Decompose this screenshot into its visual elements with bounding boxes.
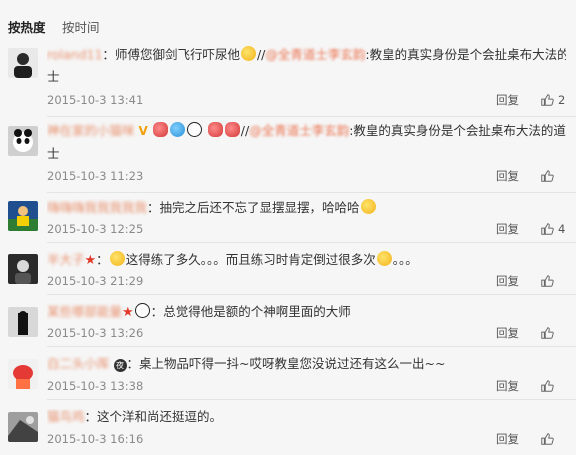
comment-time: 2015-10-3 13:26 (47, 326, 144, 340)
thumbs-up-icon (541, 223, 554, 235)
divider (47, 294, 576, 295)
avatar[interactable] (8, 412, 38, 442)
mention-link[interactable]: @全青道士李玄韵 (265, 47, 365, 62)
comment-username[interactable]: roland11 (47, 47, 102, 62)
comment-text: 这个洋和尚还挺逗的。 (97, 409, 223, 424)
mention-link[interactable]: @全青道士李玄韵 (249, 123, 349, 138)
grin-emoji-icon (240, 46, 256, 61)
comment-time: 2015-10-3 13:41 (47, 93, 144, 107)
cry-emoji-icon (109, 251, 125, 266)
comment-line: 白二头小厍 夜：桌上物品吓得一抖~哎呀教皇您没说过还有这么一出~~ (47, 356, 566, 372)
pig-emoji-icon (224, 122, 240, 137)
avatar[interactable] (8, 307, 38, 337)
shield-badge-icon (169, 122, 185, 137)
pig-emoji-icon (207, 122, 223, 137)
separator: ： (102, 47, 115, 62)
divider (47, 242, 576, 243)
separator: ： (96, 252, 109, 267)
comment-username[interactable]: 半大子 (47, 252, 85, 267)
avatar[interactable] (8, 359, 38, 389)
like-button[interactable] (540, 379, 558, 393)
verified-badge-icon: V (138, 124, 148, 138)
tab-by-time[interactable]: 按时间 (62, 20, 100, 36)
star-badge-icon: ★ (122, 305, 134, 320)
avatar[interactable] (8, 254, 38, 284)
avatar[interactable] (8, 201, 38, 231)
comment-time: 2015-10-3 21:29 (47, 274, 144, 288)
star-badge-icon: ★ (84, 253, 97, 268)
thumbs-up-icon (541, 275, 554, 287)
like-button[interactable] (540, 432, 558, 446)
flame-badge-icon (152, 122, 168, 137)
reply-button[interactable]: 回复 (496, 432, 519, 446)
thumbs-up-icon (541, 94, 554, 106)
comment-username[interactable]: 猫鸟鸡 (47, 409, 85, 424)
night-badge-icon: 夜 (113, 359, 127, 372)
quoted-text: :教皇的真实身份是个会扯桌布大法的道 (349, 123, 566, 138)
comment-line: 神在家的小猫咪 V //@全青道士李玄韵:教皇的真实身份是个会扯桌布大法的道 (47, 122, 566, 139)
divider (47, 399, 576, 400)
reply-button[interactable]: 回复 (496, 169, 519, 183)
separator: ： (147, 200, 160, 215)
comment-username[interactable]: 某些哪部能量 (47, 304, 122, 319)
cry-emoji-icon (376, 251, 392, 266)
comment-text-tail: 。。。 (392, 252, 418, 267)
comment-text: 师傅您御剑飞行吓尿他 (114, 47, 240, 62)
thumbs-up-icon (541, 170, 554, 182)
comment-text: 抽完之后还不忘了显摆显摆，哈哈哈 (159, 200, 360, 215)
thumbs-up-icon (541, 380, 554, 392)
like-button[interactable] (540, 169, 558, 183)
divider (47, 346, 576, 347)
separator: ： (84, 409, 98, 424)
comment-text: 桌上物品吓得一抖~哎呀教皇您没说过还有这么一出~~ (139, 356, 446, 371)
reply-button[interactable]: 回复 (496, 326, 519, 340)
reply-button[interactable]: 回复 (496, 379, 519, 393)
avatar[interactable] (8, 126, 38, 156)
separator: ： (126, 356, 140, 371)
comment-text: 总觉得他是额的个神啊里面的大师 (163, 304, 351, 319)
quoted-text: :教皇的真实身份是个会扯桌布大法的道 (365, 47, 566, 62)
like-button[interactable]: 4 (540, 222, 565, 236)
comment-username[interactable]: 神在家的小猫咪 (47, 123, 135, 138)
panda-emoji-icon (186, 122, 202, 137)
comment-text-continued: 士 (47, 146, 60, 161)
reply-button[interactable]: 回复 (496, 222, 519, 236)
sort-tabs: 按热度 按时间 (0, 0, 576, 42)
comment-username[interactable]: 嗨嗨嗨我我我我我 (47, 200, 147, 215)
comment-line: 某些哪部能量★ ：总觉得他是额的个神啊里面的大师 (47, 303, 566, 321)
divider (47, 192, 576, 193)
thumbs-up-icon (541, 433, 554, 445)
comment-time: 2015-10-3 12:25 (47, 222, 144, 236)
comment-text-continued: 士 (47, 69, 60, 84)
like-count: 4 (558, 222, 566, 236)
comment-line: 半大子★： 这得练了多久。。。而且练习时肯定倒过很多次 。。。 (47, 251, 566, 269)
separator: ： (150, 304, 164, 319)
like-count: 2 (558, 93, 566, 107)
comment-username[interactable]: 白二头小厍 (47, 356, 110, 371)
comment-text: 这得练了多久。。。而且练习时肯定倒过很多次 (125, 252, 376, 267)
avatar[interactable] (8, 48, 38, 78)
reply-button[interactable]: 回复 (496, 93, 519, 107)
comment-time: 2015-10-3 11:23 (47, 169, 144, 183)
comment-line: 嗨嗨嗨我我我我我：抽完之后还不忘了显摆显摆，哈哈哈 (47, 199, 566, 216)
like-button[interactable] (540, 326, 558, 340)
like-button[interactable]: 2 (540, 93, 565, 107)
comment-line: 猫鸟鸡：这个洋和尚还挺逗的。 (47, 409, 566, 425)
comment-time: 2015-10-3 13:38 (47, 379, 144, 393)
reply-button[interactable]: 回复 (496, 274, 519, 288)
comment-time: 2015-10-3 16:16 (47, 432, 144, 446)
like-button[interactable] (540, 274, 558, 288)
panda-emoji-icon (134, 303, 150, 318)
tab-by-popularity[interactable]: 按热度 (8, 20, 46, 36)
comment-line: roland11：师傅您御剑飞行吓尿他//@全青道士李玄韵:教皇的真实身份是个会… (47, 46, 566, 63)
thumbs-up-icon (541, 327, 554, 339)
laugh-emoji-icon (360, 199, 376, 214)
repost-separator: // (240, 123, 250, 138)
divider (47, 116, 576, 117)
